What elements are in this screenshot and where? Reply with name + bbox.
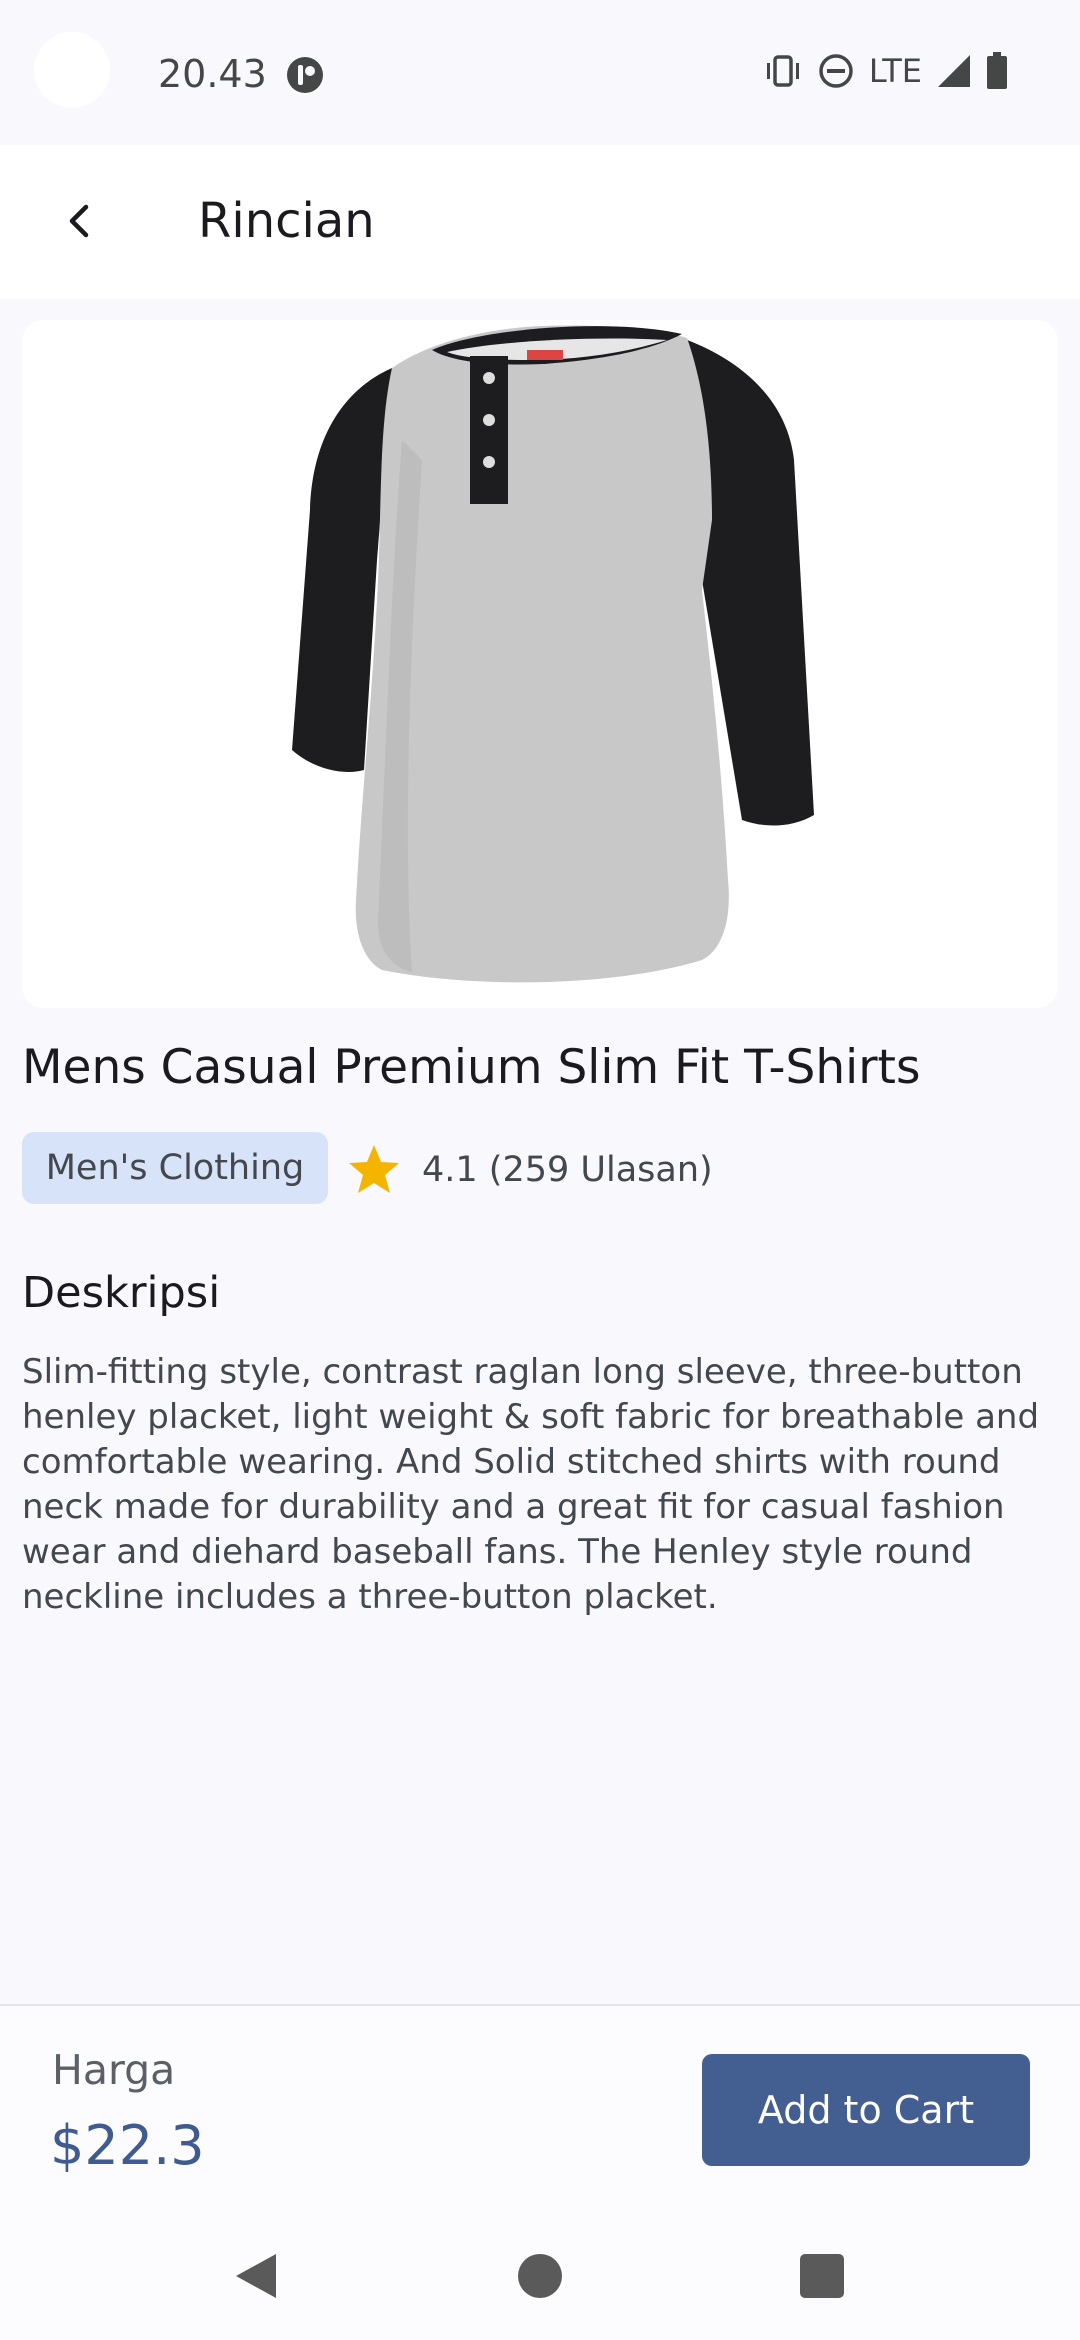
price-label: Harga — [52, 2046, 176, 2094]
product-title: Mens Casual Premium Slim Fit T-Shirts — [22, 1040, 921, 1095]
star-icon — [349, 1145, 399, 1193]
product-image — [292, 325, 814, 983]
category-chip: Men's Clothing — [22, 1132, 328, 1204]
status-time: 20.43 — [158, 52, 267, 96]
camera-cutout — [34, 32, 110, 108]
top-app-bar: Rincian — [0, 145, 1080, 299]
description-text: Slim-fitting style, contrast raglan long… — [22, 1352, 1040, 1617]
network-type: LTE — [868, 52, 922, 90]
add-to-cart-button[interactable]: Add to Cart — [702, 2054, 1030, 2166]
nav-recents-icon[interactable] — [800, 2254, 844, 2298]
status-icons: LTE — [763, 52, 1008, 90]
description-heading: Deskripsi — [22, 1268, 221, 1318]
system-nav-bar — [0, 2220, 1080, 2340]
price-value: $22.3 — [50, 2114, 205, 2177]
status-bar: 20.43 LTE — [0, 0, 1080, 145]
do-not-disturb-icon — [819, 54, 853, 88]
vibrate-icon — [766, 55, 799, 87]
product-image-card — [22, 320, 1058, 1008]
page-title: Rincian — [198, 193, 375, 249]
rating-text: 4.1 (259 Ulasan) — [422, 1150, 713, 1190]
back-button[interactable] — [40, 181, 120, 261]
app-notification-icon — [287, 57, 323, 93]
nav-home-icon[interactable] — [518, 2254, 562, 2298]
signal-icon — [938, 55, 970, 87]
nav-back-icon[interactable] — [234, 2252, 278, 2300]
battery-icon — [987, 52, 1007, 89]
arrow-back-icon — [69, 204, 89, 238]
